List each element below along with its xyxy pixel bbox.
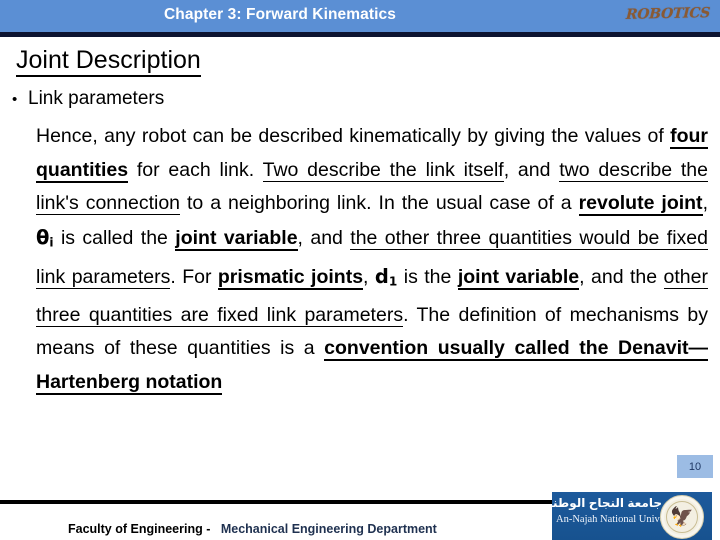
body-paragraph: Hence, any robot can be described kinema… [36,120,708,399]
body-text: , and [297,226,351,249]
body-text: , [702,192,708,214]
math-symbol: d1 [374,264,398,289]
bullet-item-link-parameters: • Link parameters [12,86,164,113]
university-logo: جامعة النجاح الوطنية An-Najah National U… [552,492,712,540]
bullet-item-label: Link parameters [28,88,165,109]
footer-text: Faculty of Engineering - Mechanical Engi… [68,521,437,537]
emphasis-term: revolute joint [578,192,703,216]
body-text: is called the [53,226,176,249]
university-name-english: An-Najah National University [556,514,684,525]
body-text: , and [503,158,560,181]
underlined-phrase: Two describe the link itself [262,158,504,182]
body-text: Hence, any robot can be described kinema… [36,125,671,147]
page-number-badge: 10 [677,455,713,478]
footer-department-label: Mechanical Engineering Department [220,522,437,536]
body-text: , and the [579,265,664,288]
body-text: is the [397,265,458,288]
emphasis-term: joint variable [175,226,298,251]
bullet-marker-icon: • [12,91,18,108]
university-name-arabic: جامعة النجاح الوطنية [552,496,662,510]
eagle-icon: 🦅 [670,506,694,528]
footer-divider [0,500,556,504]
footer-faculty-label: Faculty of Engineering - [68,522,211,536]
math-symbol: θi [36,225,54,250]
page-title: Joint Description [16,44,201,77]
header-divider [0,32,720,37]
body-text: for each link. [128,158,263,181]
body-text: to a neighboring link. In the usual case… [180,192,579,214]
emphasis-term: joint variable [457,265,580,290]
header-title: Chapter 3: Forward Kinematics [163,6,396,23]
page-title-text: Joint Description [16,46,201,77]
university-seal-icon: 🦅 [660,495,704,539]
emphasis-term: prismatic joints [217,265,364,290]
robotics-logo: ROBOTICS [625,5,711,23]
body-text: , [363,265,375,288]
body-text: . For [170,265,218,288]
